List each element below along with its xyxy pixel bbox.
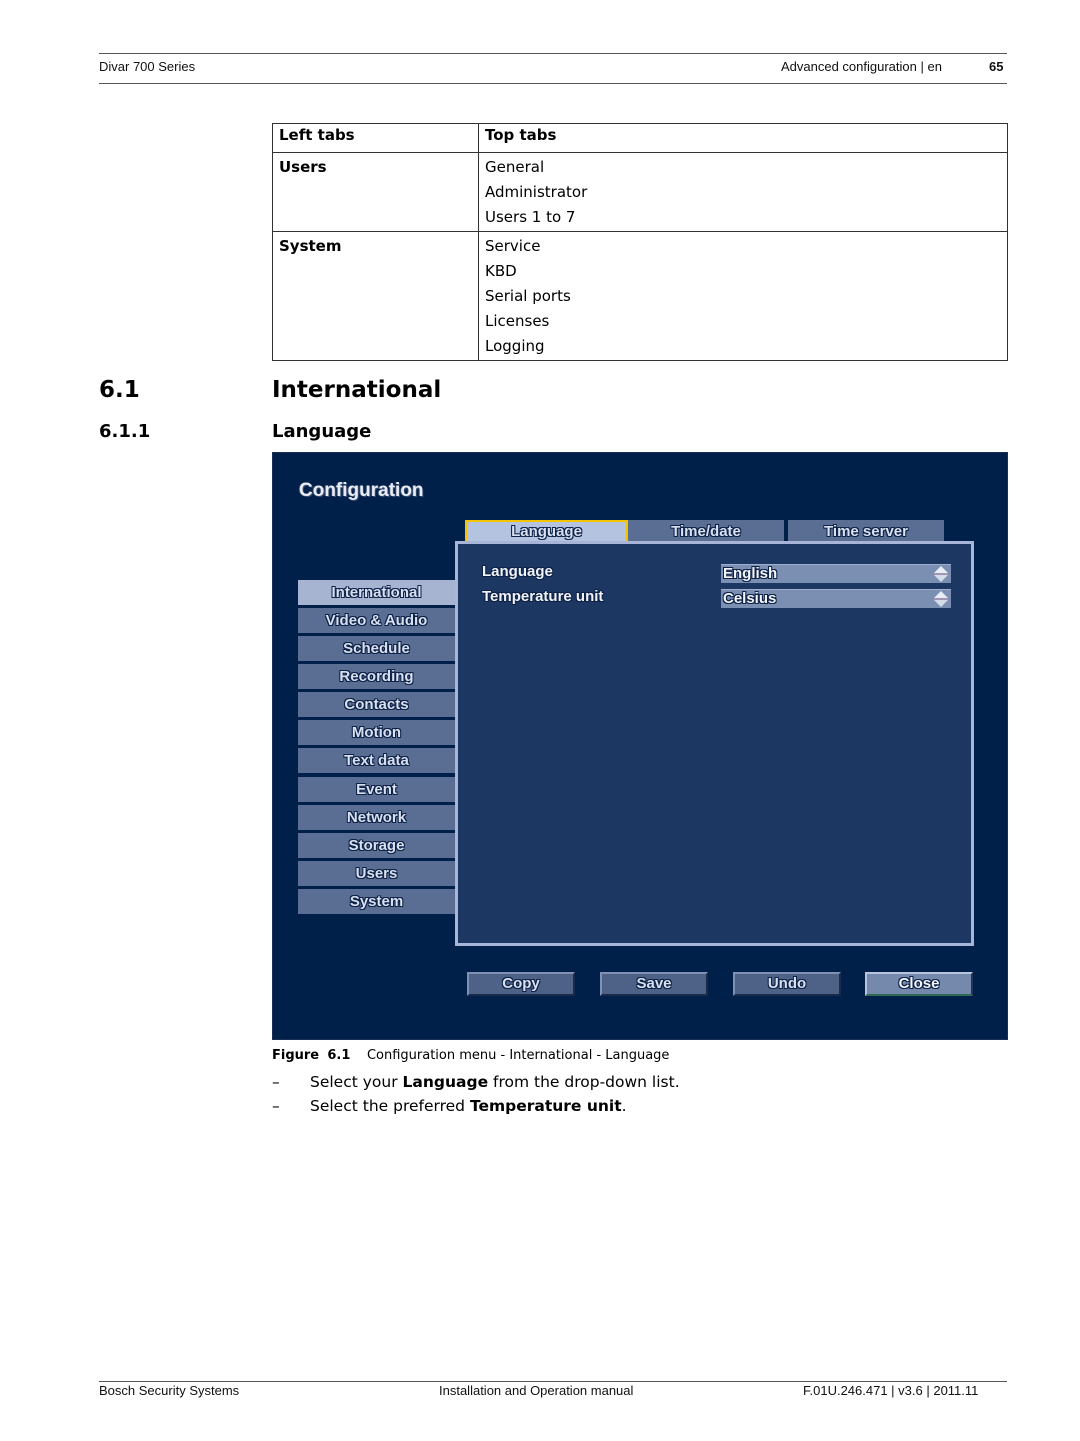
sidebar-item-event[interactable]: Event: [298, 777, 455, 802]
table-item: Serial ports: [485, 286, 571, 305]
table-item: Licenses: [485, 311, 550, 330]
subsection-title: Language: [272, 421, 372, 442]
tab-time-server[interactable]: Time server: [788, 520, 944, 543]
sidebar-item-recording[interactable]: Recording: [298, 664, 455, 689]
language-dropdown[interactable]: English: [721, 564, 951, 583]
table-cell-top: Service KBD Serial ports Licenses Loggin…: [478, 231, 1008, 362]
footer-doc-title: Installation and Operation manual: [439, 1383, 634, 1398]
sidebar-item-contacts[interactable]: Contacts: [298, 692, 455, 717]
instruction-text: Select your: [310, 1073, 403, 1091]
instruction-text: .: [621, 1097, 627, 1115]
table-item: General: [485, 158, 545, 176]
close-button[interactable]: Close: [865, 972, 973, 996]
instruction-bold: Temperature unit: [469, 1097, 622, 1115]
sidebar-item-schedule[interactable]: Schedule: [298, 636, 455, 661]
table-row: Users General Administrator Users 1 to 7: [272, 151, 1008, 233]
bullet-dash: –: [272, 1097, 280, 1115]
content-panel: Language English Temperature unit Celsiu…: [455, 541, 974, 946]
footer-rule: [99, 1381, 1007, 1382]
table-cell-left: System: [272, 231, 479, 362]
table-item: Administrator: [485, 182, 588, 201]
header-section: Advanced configuration | en: [781, 59, 942, 74]
sidebar-item-system[interactable]: System: [298, 889, 455, 914]
temperature-unit-label: Temperature unit: [482, 588, 604, 605]
table-header-row: Left tabs Top tabs: [272, 123, 1008, 153]
sidebar-item-storage[interactable]: Storage: [298, 833, 455, 858]
header-bottom-rule: [99, 83, 1007, 84]
page-number: 65: [989, 59, 1004, 74]
table-item: KBD: [485, 262, 517, 281]
bullet-dash: –: [272, 1073, 280, 1091]
instruction-bold: Language: [402, 1073, 489, 1091]
section-title: International: [272, 377, 442, 403]
footer-doc-id: F.01U.246.471 | v3.6 | 2011.11: [803, 1383, 979, 1398]
figure-label: Figure: [272, 1048, 320, 1063]
table-header-top: Top tabs: [478, 123, 1008, 153]
temperature-unit-dropdown[interactable]: Celsius: [721, 589, 951, 608]
table-row: System Service KBD Serial ports Licenses…: [272, 231, 1008, 362]
sidebar-item-users[interactable]: Users: [298, 861, 455, 886]
updown-arrow-icon[interactable]: [933, 590, 949, 608]
table-item: Users 1 to 7: [485, 207, 576, 226]
figure-number: 6.1: [327, 1048, 351, 1063]
instruction-text: from the drop-down list.: [488, 1073, 680, 1091]
language-label: Language: [482, 563, 553, 580]
window-title: Configuration: [299, 480, 424, 501]
updown-arrow-icon[interactable]: [933, 565, 949, 583]
header-top-rule: [99, 53, 1007, 54]
section-number: 6.1: [99, 377, 140, 403]
table-header-left: Left tabs: [272, 123, 479, 153]
tabs-table: Left tabs Top tabs Users General Adminis…: [272, 123, 1008, 362]
table-item: Logging: [485, 336, 545, 355]
table-cell-top: General Administrator Users 1 to 7: [478, 151, 1008, 233]
table-cell-left: Users: [272, 151, 479, 233]
undo-button[interactable]: Undo: [733, 972, 841, 996]
sidebar-item-international[interactable]: International: [298, 580, 455, 605]
subsection-number: 6.1.1: [99, 421, 151, 442]
language-value: English: [723, 565, 778, 582]
temperature-unit-value: Celsius: [723, 590, 777, 607]
instruction-text: Select the preferred: [310, 1097, 470, 1115]
tab-language[interactable]: Language: [465, 520, 628, 543]
sidebar-item-motion[interactable]: Motion: [298, 720, 455, 745]
save-button[interactable]: Save: [600, 972, 708, 996]
table-item: Service: [485, 237, 541, 256]
sidebar-item-text-data[interactable]: Text data: [298, 748, 455, 773]
sidebar-item-video-audio[interactable]: Video & Audio: [298, 608, 455, 633]
figure-caption: Figure 6.1 Configuration menu - Internat…: [272, 1048, 669, 1063]
footer-company: Bosch Security Systems: [99, 1383, 240, 1398]
copy-button[interactable]: Copy: [467, 972, 575, 996]
configuration-window: Configuration Language Time/date Time se…: [272, 452, 1008, 1040]
sidebar-item-network[interactable]: Network: [298, 805, 455, 830]
figure-caption-text: Configuration menu - International - Lan…: [366, 1048, 670, 1063]
tab-time-date[interactable]: Time/date: [628, 520, 784, 543]
header-product: Divar 700 Series: [99, 59, 196, 74]
